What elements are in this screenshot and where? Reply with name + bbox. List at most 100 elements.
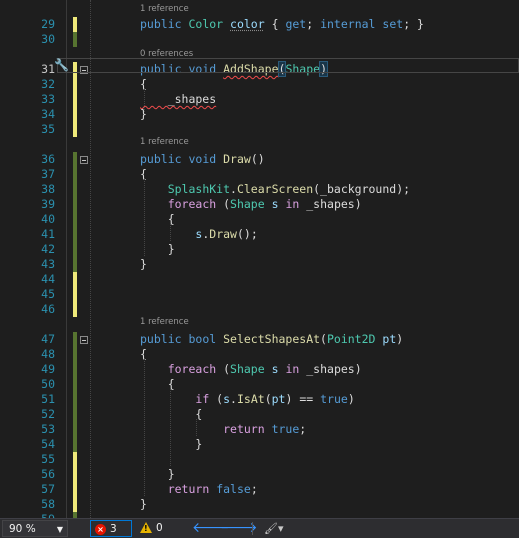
code-line[interactable]: 56 } [0,467,519,482]
code-line[interactable]: 54 } [0,437,519,452]
code-text[interactable]: { [140,407,202,422]
code-lens-references[interactable]: 1 reference [140,4,189,15]
code-token: ; } [403,17,424,31]
line-number: 54 [41,437,55,451]
code-line[interactable]: 37{ [0,167,519,182]
arrow-right-icon[interactable]: 🡒 [220,520,258,537]
code-line[interactable]: 40 { [0,212,519,227]
code-line[interactable]: 39 foreach (Shape s in _shapes) [0,197,519,212]
code-cleanup-icon[interactable]: 🖌▾ [264,520,290,537]
editor-status-bar: 90 % ▼ × 3 ! 0 🡐 🡒 🖌▾ [0,518,519,538]
code-line[interactable]: 43} [0,257,519,272]
code-line[interactable]: 57 return false; [0,482,519,497]
code-line[interactable]: 34} [0,107,519,122]
code-line[interactable]: 55 [0,452,519,467]
code-text[interactable]: public void Draw() [140,152,265,167]
code-token: return [167,482,210,496]
line-number: 31 [41,62,55,76]
code-line[interactable]: 45 [0,287,519,302]
code-token: _shapes [140,92,217,106]
change-tracking-bar [73,467,77,482]
change-tracking-bar [73,92,77,107]
code-token: } [140,257,147,271]
code-token: ; [299,422,307,436]
change-tracking-bar [73,197,77,212]
code-lens-references[interactable]: 1 reference [140,137,189,148]
line-number: 50 [41,377,55,391]
code-text[interactable]: return false; [140,482,258,497]
code-line[interactable]: 52 { [0,407,519,422]
collapse-icon[interactable] [80,336,88,344]
code-text[interactable]: return true; [140,422,306,437]
code-token: } [140,467,175,481]
change-tracking-bar [73,422,77,437]
code-line[interactable]: 53 return true; [0,422,519,437]
code-line[interactable]: 48{ [0,347,519,362]
code-line[interactable]: 32{ [0,77,519,92]
change-tracking-bar [73,407,77,422]
code-token: s [223,392,231,406]
code-token: s [271,197,279,211]
indent-guide [144,179,145,256]
code-text[interactable]: } [140,497,147,512]
code-token: Draw [209,227,237,241]
code-text[interactable]: _shapes [140,92,216,107]
indent-guide [144,359,145,496]
code-text[interactable]: } [140,257,147,272]
code-token: public [140,332,189,346]
code-line[interactable]: 44 [0,272,519,287]
code-line[interactable]: 42 } [0,242,519,257]
code-editor[interactable]: 29 public Color color { get; internal set… [0,0,519,518]
code-line[interactable]: 47 public bool SelectShapesAt(Point2D pt) [0,332,519,347]
line-number: 56 [41,467,55,481]
current-line-highlight [57,58,519,73]
indent-guide [144,89,145,116]
collapse-icon[interactable] [80,156,88,164]
code-line[interactable]: 36 public void Draw() [0,152,519,167]
code-token: internal [320,17,376,31]
code-line[interactable]: 41 s.Draw(); [0,227,519,242]
code-text[interactable]: public bool SelectShapesAt(Point2D pt) [140,332,403,347]
code-token: set [382,17,404,31]
code-text[interactable]: foreach (Shape s in _shapes) [140,197,362,212]
change-tracking-bar [73,377,77,392]
code-text[interactable]: public Color color { get; internal set; … [140,17,424,32]
code-token: pt [382,332,397,346]
code-token: public [140,17,189,31]
code-line[interactable]: 49 foreach (Shape s in _shapes) [0,362,519,377]
error-count: 3 [110,523,117,535]
code-text[interactable]: SplashKit.ClearScreen(_background); [140,182,410,197]
code-token: } [140,242,175,256]
arrow-left-icon[interactable]: 🡐 [192,520,230,537]
code-text[interactable]: s.Draw(); [140,227,257,242]
line-number: 48 [41,347,55,361]
code-line[interactable]: 46 [0,302,519,317]
code-line[interactable]: 50 { [0,377,519,392]
change-tracking-bar [73,32,77,47]
code-line[interactable]: 30 [0,32,519,47]
code-token: ; [306,17,321,31]
code-text[interactable]: } [140,242,175,257]
code-line[interactable]: 35 [0,122,519,137]
code-text[interactable]: foreach (Shape s in _shapes) [140,362,362,377]
quick-actions-icon[interactable]: 🔧 [54,59,69,72]
zoom-dropdown[interactable]: 90 % ▼ [2,520,68,537]
code-text[interactable]: if (s.IsAt(pt) == true) [140,392,354,407]
indent-guide [170,224,171,241]
code-line[interactable]: 38 SplashKit.ClearScreen(_background); [0,182,519,197]
change-tracking-bar [73,257,77,272]
error-count-button[interactable]: × 3 [90,520,132,537]
code-line[interactable]: 33 _shapes [0,92,519,107]
code-text[interactable]: } [140,467,175,482]
code-line[interactable]: 29 public Color color { get; internal set… [0,17,519,32]
code-token: s [271,362,279,376]
code-token: pt [271,392,286,406]
line-number: 53 [41,422,55,436]
code-line[interactable]: 51 if (s.IsAt(pt) == true) [0,392,519,407]
warning-count-button[interactable]: ! 0 [140,520,170,537]
code-lens-references[interactable]: 1 reference [140,317,189,328]
code-text[interactable]: } [140,437,202,452]
code-line[interactable]: 58} [0,497,519,512]
change-tracking-bar [73,362,77,377]
